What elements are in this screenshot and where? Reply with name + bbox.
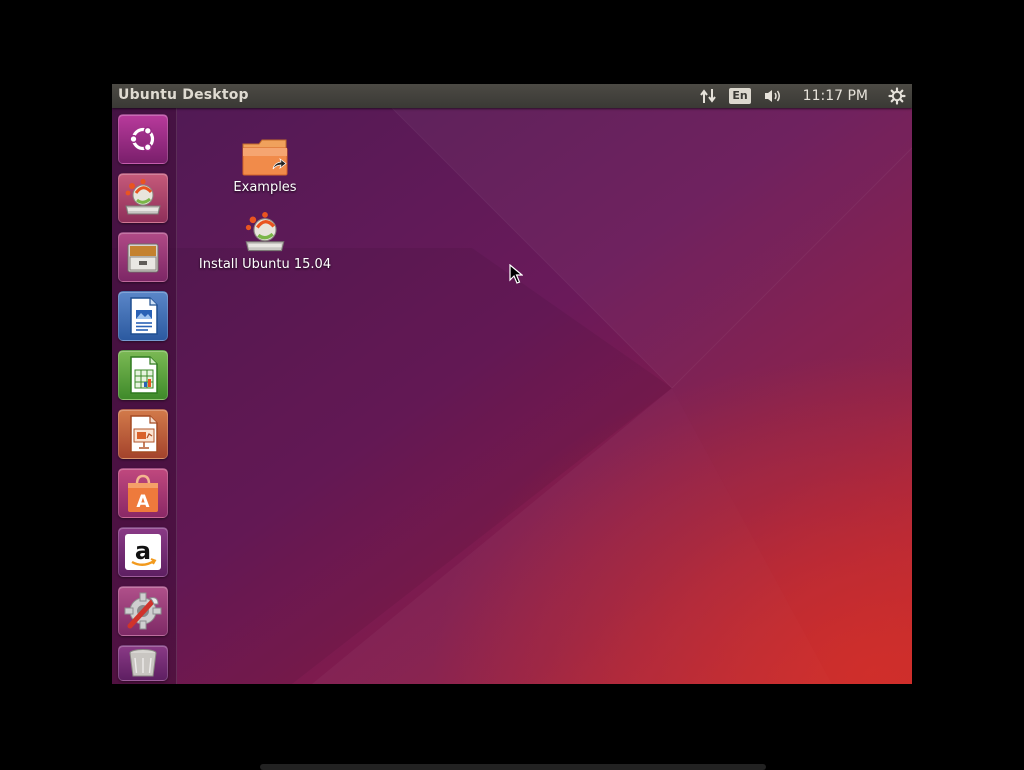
- keyboard-indicator[interactable]: En: [723, 84, 756, 108]
- launcher-libreoffice-calc[interactable]: [118, 350, 168, 400]
- top-panel: Ubuntu Desktop En 11:17 PM: [112, 84, 912, 108]
- clock-label: 11:17 PM: [802, 88, 868, 104]
- desktop-icon-examples[interactable]: Examples: [185, 134, 345, 195]
- network-arrows-icon: [700, 89, 717, 103]
- sound-indicator[interactable]: [757, 84, 789, 108]
- indicator-area: En 11:17 PM: [693, 84, 912, 108]
- file-cabinet-icon: [127, 243, 159, 273]
- mouse-pointer-icon: [509, 264, 523, 284]
- network-indicator[interactable]: [693, 84, 723, 108]
- clock-indicator[interactable]: 11:17 PM: [789, 84, 882, 108]
- launcher-amazon[interactable]: a: [118, 527, 168, 577]
- impress-icon: [130, 415, 158, 453]
- launcher-files[interactable]: [118, 232, 168, 282]
- launcher-libreoffice-writer[interactable]: [118, 291, 168, 341]
- installer-icon: [245, 211, 285, 252]
- settings-gear-icon: [124, 592, 162, 630]
- shopping-bag-icon: A: [128, 474, 158, 512]
- keyboard-layout-label: En: [729, 88, 751, 104]
- launcher-system-settings[interactable]: [118, 586, 168, 636]
- ubuntu-logo-icon: [129, 126, 155, 152]
- launcher-ubuntu-software-center[interactable]: A: [118, 468, 168, 518]
- ubuntu-desktop-screen: Ubuntu Desktop En 11:17 PM A a Examples …: [112, 84, 912, 684]
- folder-link-icon: [242, 139, 288, 176]
- writer-icon: [130, 297, 158, 335]
- desktop-icon-install-ubuntu[interactable]: Install Ubuntu 15.04: [185, 211, 345, 272]
- desktop-icon-label: Install Ubuntu 15.04: [198, 257, 332, 272]
- launcher-trash[interactable]: [118, 645, 168, 681]
- calc-icon: [130, 356, 158, 394]
- desktop-icon-label: Examples: [233, 180, 297, 195]
- amazon-icon: a: [125, 534, 161, 570]
- svg-text:a: a: [135, 537, 151, 565]
- installer-icon: [125, 178, 161, 215]
- gear-icon: [888, 87, 906, 105]
- launcher-dash-home[interactable]: [118, 114, 168, 164]
- speaker-volume-icon: [764, 90, 780, 102]
- session-indicator[interactable]: [882, 84, 912, 108]
- bottom-edge-strip: [260, 764, 766, 770]
- launcher-libreoffice-impress[interactable]: [118, 409, 168, 459]
- launcher-install-ubuntu[interactable]: [118, 173, 168, 223]
- launcher: A a: [112, 108, 177, 684]
- window-title: Ubuntu Desktop: [118, 87, 249, 103]
- svg-text:A: A: [136, 492, 150, 512]
- trash-icon: [129, 649, 157, 677]
